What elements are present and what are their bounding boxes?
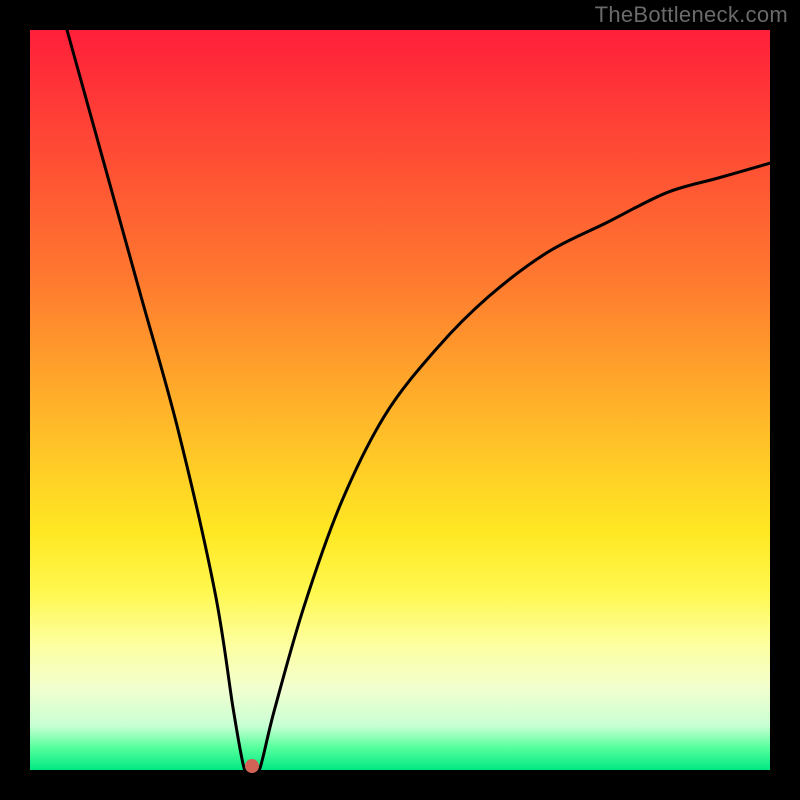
optimal-marker (245, 759, 259, 773)
bottleneck-curve-path (67, 30, 770, 770)
plot-area (30, 30, 770, 770)
watermark-label: TheBottleneck.com (595, 2, 788, 28)
curve-svg (30, 30, 770, 770)
chart-frame: TheBottleneck.com (0, 0, 800, 800)
